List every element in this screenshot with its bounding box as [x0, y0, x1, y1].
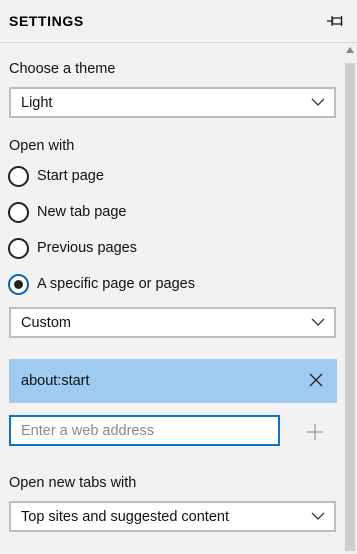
plus-icon[interactable]: [306, 423, 324, 441]
pin-icon[interactable]: [325, 12, 345, 30]
radio-button[interactable]: [8, 237, 29, 259]
theme-dropdown-value: Light: [21, 94, 53, 111]
chevron-down-icon: [311, 512, 325, 520]
radio-label: Start page: [37, 168, 104, 184]
radio-specific-pages[interactable]: A specific page or pages: [8, 272, 195, 296]
page-entry[interactable]: about:start: [9, 359, 337, 403]
settings-header: SETTINGS: [0, 0, 357, 43]
chevron-down-icon: [311, 318, 325, 326]
vertical-scrollbar[interactable]: [343, 43, 357, 554]
theme-dropdown[interactable]: Light: [9, 87, 336, 118]
radio-button[interactable]: [8, 201, 29, 223]
radio-label: New tab page: [37, 204, 127, 220]
new-tabs-dropdown-value: Top sites and suggested content: [21, 508, 229, 525]
new-tabs-dropdown[interactable]: Top sites and suggested content: [9, 501, 336, 532]
open-with-label: Open with: [9, 138, 75, 154]
settings-title: SETTINGS: [9, 13, 84, 29]
close-icon[interactable]: [309, 373, 323, 387]
page-entry-url: about:start: [21, 373, 90, 389]
web-address-input[interactable]: [9, 415, 280, 446]
radio-new-tab-page[interactable]: New tab page: [8, 200, 126, 224]
radio-start-page[interactable]: Start page: [8, 164, 104, 188]
settings-panel: SETTINGS Choose a theme Light Open with …: [0, 0, 357, 554]
scroll-up-icon[interactable]: [346, 47, 354, 53]
specific-pages-dropdown-value: Custom: [21, 314, 71, 331]
radio-previous-pages[interactable]: Previous pages: [8, 236, 137, 260]
radio-label: A specific page or pages: [37, 276, 195, 292]
scrollbar-thumb[interactable]: [345, 63, 355, 551]
radio-label: Previous pages: [37, 240, 137, 256]
new-tabs-label: Open new tabs with: [9, 475, 137, 491]
specific-pages-dropdown[interactable]: Custom: [9, 307, 336, 338]
radio-button-checked[interactable]: [8, 273, 29, 295]
theme-label: Choose a theme: [9, 61, 116, 77]
chevron-down-icon: [311, 98, 325, 106]
radio-button[interactable]: [8, 165, 29, 187]
